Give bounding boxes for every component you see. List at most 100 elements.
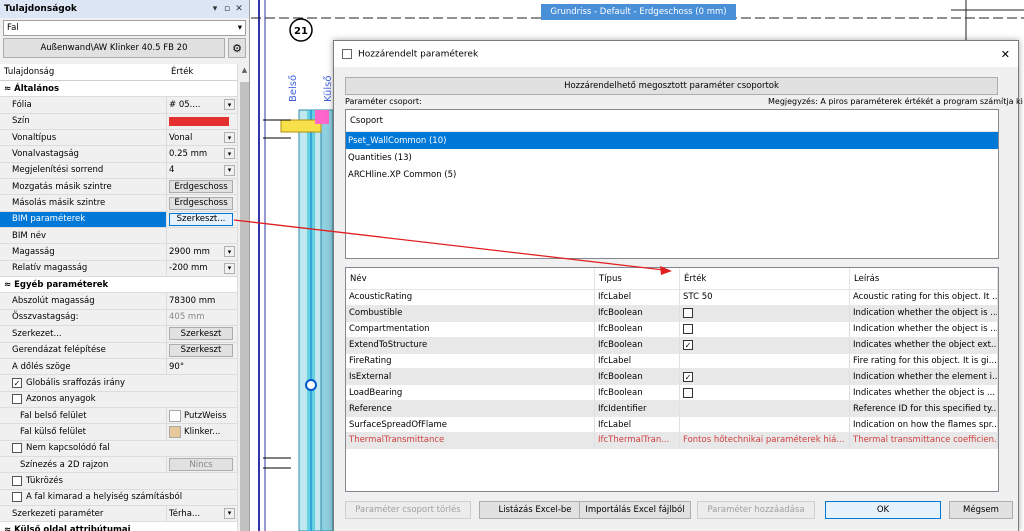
group-item[interactable]: Quantities (13) [346, 149, 998, 166]
property-row-bim-nev[interactable]: BIM név [0, 228, 237, 245]
property-row-folia[interactable]: Fólia # 05.... ▾ [0, 97, 237, 114]
collapse-icon[interactable]: ≈ [4, 280, 11, 290]
scroll-thumb[interactable] [240, 82, 249, 531]
checkbox[interactable]: ✓ [683, 340, 693, 351]
chevron-down-icon[interactable]: ▾ [224, 262, 235, 274]
property-row-tukrozes[interactable]: Tükrözés [0, 473, 237, 490]
parameter-value[interactable] [680, 305, 850, 321]
property-row-globalis-sraffozas-irany[interactable]: ✓ Globális sraffozás irány [0, 375, 237, 392]
ok-button[interactable]: OK [825, 501, 941, 519]
shared-parameter-groups-button[interactable]: Hozzárendelhető megosztott paraméter cso… [345, 77, 998, 95]
property-value[interactable]: Vonal [169, 133, 192, 143]
property-value[interactable]: 0.25 mm [169, 149, 207, 159]
property-row-magassag[interactable]: Magasság 2900 mm ▾ [0, 244, 237, 261]
wall-type-button[interactable]: Außenwand\AW Klinker 40.5 FB 20 [3, 38, 225, 58]
view-title-tab[interactable]: Grundriss - Default - Erdgeschoss (0 mm) [541, 4, 736, 20]
property-row-vonaltipus[interactable]: Vonaltípus Vonal ▾ [0, 130, 237, 147]
checkbox[interactable]: ✓ [12, 377, 22, 388]
group-item[interactable]: ARCHline.XP Common (5) [346, 166, 998, 183]
parameter-row-loadbearing[interactable]: LoadBearing IfcBoolean Indicates whether t… [346, 385, 998, 402]
checkbox[interactable] [683, 308, 693, 319]
parameter-row-combustible[interactable]: Combustible IfcBoolean Indication whether … [346, 305, 998, 322]
checkbox[interactable] [12, 492, 22, 503]
checkbox[interactable] [683, 387, 693, 398]
chevron-down-icon[interactable]: ▾ [224, 507, 235, 519]
property-row-szin[interactable]: Szín [0, 113, 237, 131]
property-row-szerkezeti-parameter[interactable]: Szerkezeti paraméter Térha... ▾ [0, 505, 237, 523]
property-row-mozgatas-masik-szintre[interactable]: Mozgatás másik szintre Erdgeschoss [0, 179, 237, 196]
collapse-icon[interactable]: ≈ [4, 525, 11, 531]
chevron-down-icon[interactable]: ▾ [224, 132, 235, 144]
property-row-megjelenitesi-sorrend[interactable]: Megjelenítési sorrend 4 ▾ [0, 162, 237, 180]
col-name-header[interactable]: Név [346, 268, 595, 289]
pin-icon[interactable]: ▾ [209, 4, 221, 14]
property-value[interactable]: PutzWeiss [184, 411, 227, 421]
parameter-row-thermaltransmittance[interactable]: ThermalTransmittance IfcThermalTran... Fon… [346, 433, 998, 449]
checkbox[interactable] [12, 394, 22, 405]
chevron-down-icon[interactable]: ▾ [224, 148, 235, 160]
property-value[interactable]: 2900 mm [169, 247, 210, 257]
property-button[interactable]: Erdgeschoss [169, 196, 233, 210]
col-type-header[interactable]: Típus [595, 268, 680, 289]
panel-scrollbar[interactable]: ▲ [237, 64, 249, 531]
property-value[interactable]: 90° [169, 362, 184, 372]
property-value[interactable]: 4 [169, 165, 174, 175]
property-value[interactable]: Térha... [169, 509, 200, 519]
property-value[interactable]: -200 mm [169, 263, 208, 273]
parameter-row-surfacespreadofflame[interactable]: SurfaceSpreadOfFlame IfcLabel Indication o… [346, 417, 998, 434]
property-row-vonalvastagsag[interactable]: Vonalvastagság 0.25 mm ▾ [0, 146, 237, 163]
property-row-fal-belso-felulet[interactable]: Fal belső felület PutzWeiss [0, 407, 237, 425]
property-button[interactable]: Szerkeszt [169, 343, 233, 357]
parameter-value[interactable] [680, 385, 850, 401]
color-swatch[interactable] [169, 116, 229, 126]
group-list[interactable]: Csoport Pset_WallCommon (10) Quantities (… [345, 109, 999, 259]
property-row-fal-kulso-felulet[interactable]: Fal külső felület Klinker... [0, 424, 237, 441]
add-parameter-button[interactable]: Paraméter hozzáadása [697, 501, 815, 519]
parameter-value[interactable] [680, 353, 850, 369]
parameter-value[interactable]: STC 50 [680, 290, 850, 305]
property-row-masolas-masik-szintre[interactable]: Másolás másik szintre Erdgeschoss [0, 195, 237, 212]
property-button[interactable]: Szerkeszt... [169, 212, 233, 226]
close-icon[interactable]: ✕ [1001, 48, 1010, 61]
import-excel-button[interactable]: Importálás Excel fájlból [579, 501, 691, 519]
property-value[interactable]: Klinker... [184, 427, 220, 437]
property-button[interactable]: Nincs [169, 458, 233, 472]
export-excel-button[interactable]: Listázás Excel-be [479, 501, 591, 519]
element-type-combo[interactable]: Fal ▾ [3, 20, 246, 36]
property-value[interactable]: # 05.... [169, 100, 200, 110]
property-row-gerendazat-felepitese[interactable]: Gerendázat felépítése Szerkeszt [0, 342, 237, 359]
group-item[interactable]: Pset_WallCommon (10) [346, 132, 998, 149]
section-altalanos[interactable]: ≈ Általános [0, 81, 237, 98]
property-row-szinezes-a-2d-rajzon[interactable]: Színezés a 2D rajzon Nincs [0, 456, 237, 474]
material-swatch[interactable] [169, 425, 181, 438]
property-row-abszolut-magassag[interactable]: Abszolút magasság 78300 mm [0, 293, 237, 310]
parameter-value[interactable]: ✓ [680, 369, 850, 385]
parameter-row-reference[interactable]: Reference IfcIdentifier Reference ID for t… [346, 401, 998, 418]
checkbox[interactable] [12, 475, 22, 486]
group-header[interactable]: Csoport [346, 110, 998, 132]
property-row-a-fal-kimarad-a-helyiseg-szamitasbol[interactable]: A fal kimarad a helyiség számításból [0, 489, 237, 506]
parameter-row-extendtostructure[interactable]: ExtendToStructure IfcBoolean ✓ Indicates wh… [346, 337, 998, 354]
cancel-button[interactable]: Mégsem [949, 501, 1013, 519]
section-egyeb-parameterek[interactable]: ≈ Egyéb paraméterek [0, 277, 237, 294]
checkbox[interactable] [683, 324, 693, 335]
property-button[interactable]: Erdgeschoss [169, 180, 233, 194]
property-button[interactable]: Szerkeszt [169, 327, 233, 341]
parameters-table[interactable]: Név Típus Érték Leírás AcousticRating Ifc… [345, 267, 999, 492]
parameter-row-acousticrating[interactable]: AcousticRating IfcLabel STC 50 Acoustic rat… [346, 290, 998, 306]
chevron-down-icon[interactable]: ▾ [224, 246, 235, 258]
parameter-row-firerating[interactable]: FireRating IfcLabel Fire rating for this o… [346, 353, 998, 370]
parameter-value[interactable] [680, 321, 850, 337]
property-row-azonos-anyagok[interactable]: Azonos anyagok [0, 391, 237, 408]
parameter-value[interactable]: ✓ [680, 337, 850, 353]
col-description-header[interactable]: Leírás [850, 268, 998, 289]
parameter-value[interactable]: Fontos hőtechnikai paraméterek hiá... [680, 433, 850, 448]
property-value[interactable]: 405 mm [169, 312, 205, 322]
property-row-szerkezet[interactable]: Szerkezet... Szerkeszt [0, 326, 237, 343]
value-text[interactable]: STC 50 [683, 292, 713, 302]
scroll-up-icon[interactable]: ▲ [238, 66, 249, 78]
checkbox[interactable] [12, 443, 22, 454]
property-row-a-doles-szoge[interactable]: A dőlés szöge 90° [0, 358, 237, 376]
col-value-header[interactable]: Érték [680, 268, 850, 289]
parameter-value[interactable] [680, 417, 850, 433]
